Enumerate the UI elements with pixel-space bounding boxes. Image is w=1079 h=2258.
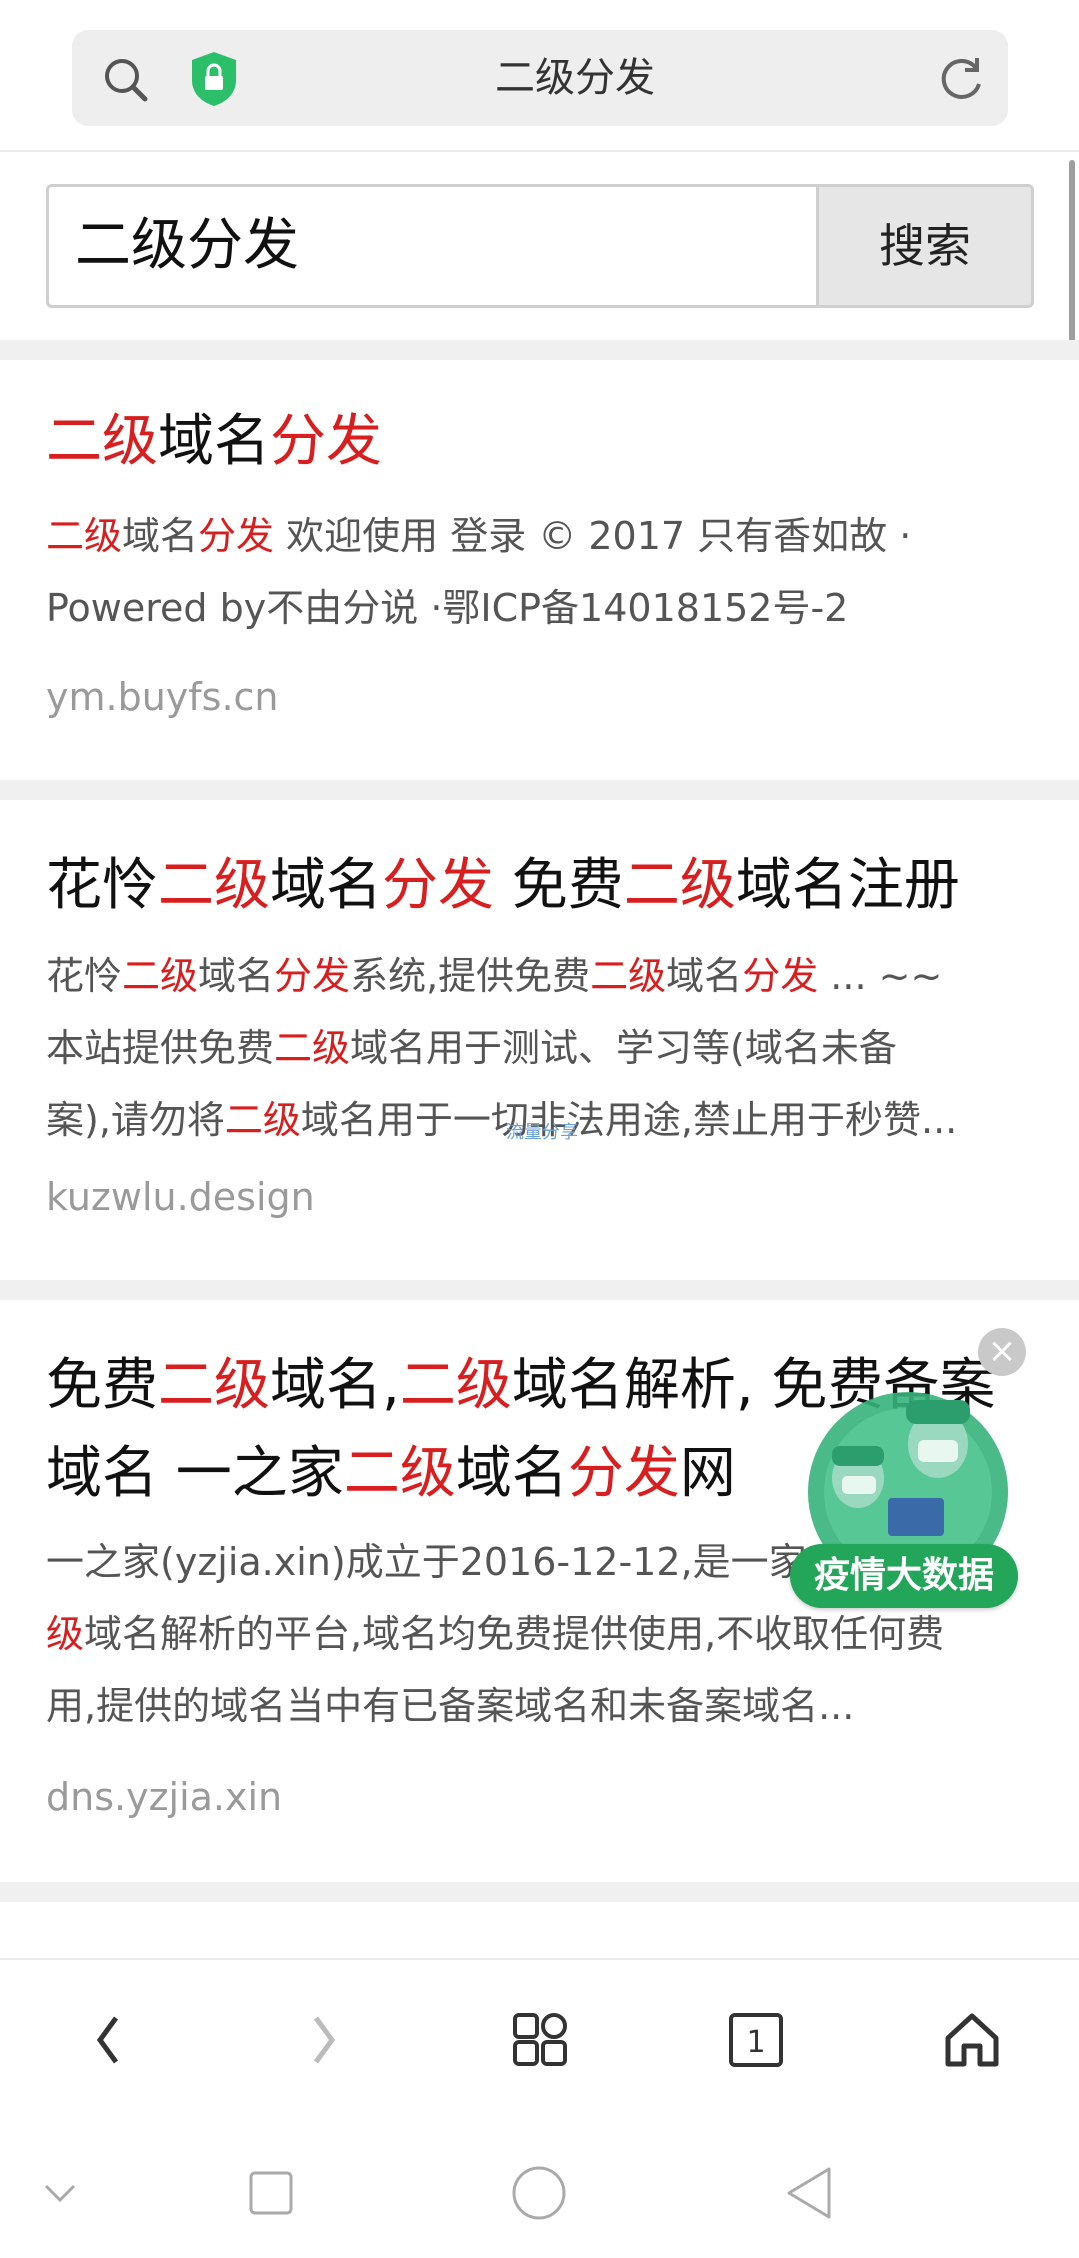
search-row: 二级分发 搜索: [46, 184, 1034, 308]
divider: [0, 1280, 1079, 1300]
divider: [0, 1882, 1079, 1902]
result-card[interactable]: 花怜二级域名分发 免费二级域名注册 花怜二级域名分发系统,提供免费二级域名分发 …: [0, 800, 1079, 1280]
collapse-nav-button[interactable]: [25, 2158, 95, 2228]
text-segment: 域名: [666, 954, 743, 998]
forward-icon: [313, 2016, 336, 2064]
tabs-icon: 1: [729, 2013, 783, 2067]
browser-top-bar: 二级分发: [0, 0, 1079, 152]
highlight-text: 二级: [46, 409, 158, 474]
text-segment: 免费: [494, 853, 624, 918]
text-segment: ... ~~: [818, 954, 943, 998]
highlight-text: 二级: [623, 853, 736, 918]
text-segment: 花怜: [46, 853, 158, 918]
divider: [0, 340, 1079, 360]
text-segment: 网: [679, 1441, 736, 1506]
system-nav-bar: [0, 2118, 1079, 2258]
highlight-text: 分发: [198, 514, 275, 558]
result-host: kuzwlu.design: [46, 1175, 315, 1219]
text-segment: 本站提供免费: [46, 1026, 275, 1070]
back-button[interactable]: [68, 2000, 148, 2080]
highlight-text: 二级: [399, 1353, 512, 1418]
highlight-text: 二级: [46, 514, 123, 558]
highlight-text: 二级: [343, 1441, 456, 1506]
scrollbar[interactable]: [1069, 160, 1075, 360]
text-segment: 欢迎使用 登录 © 2017 只有香如故 ·: [274, 514, 912, 558]
result-host: ym.buyfs.cn: [46, 675, 279, 719]
text-segment: 域名注册: [735, 853, 960, 918]
text-segment: 花怜: [46, 954, 123, 998]
back-icon: [96, 2016, 119, 2064]
result-card[interactable]: 二级域名分发 二级域名分发 欢迎使用 登录 © 2017 只有香如故 · Powe…: [0, 360, 1079, 780]
close-ad-button[interactable]: ×: [978, 1328, 1026, 1376]
text-line: 二级域名分发: [46, 398, 1036, 486]
home-button[interactable]: [932, 2000, 1012, 2080]
highlight-text: 二级: [224, 1098, 301, 1142]
text-segment: 域名,: [270, 1353, 400, 1418]
text-segment: 域名: [455, 1441, 568, 1506]
epidemic-data-label[interactable]: 疫情大数据: [790, 1544, 1018, 1608]
forward-button[interactable]: [284, 2000, 364, 2080]
text-segment: 系统,提供免费: [350, 954, 591, 998]
tabs-button[interactable]: 1: [716, 2000, 796, 2080]
text-segment: Powered by不由分说 ·鄂ICP备14018152号-2: [46, 586, 849, 630]
collapse-icon: [44, 2184, 76, 2203]
apps-icon: [513, 2013, 567, 2066]
text-segment: 域名: [270, 853, 382, 918]
divider: [0, 780, 1079, 800]
highlight-text: 二级: [274, 1026, 351, 1070]
lock-shield-icon: [188, 50, 240, 108]
text-segment: 用,提供的域名当中有已备案域名和未备案域名...: [46, 1684, 855, 1728]
text-line: 用,提供的域名当中有已备案域名和未备案域名...: [46, 1670, 1036, 1742]
text-segment: 域名: [198, 954, 275, 998]
text-segment: 案),请勿将: [46, 1098, 225, 1142]
text-segment: 域名 一之家: [46, 1441, 344, 1506]
refresh-icon[interactable]: [936, 54, 986, 104]
text-line: 花怜二级域名分发系统,提供免费二级域名分发 ... ~~: [46, 940, 1036, 1012]
highlight-text: 级: [46, 1612, 85, 1656]
text-line: Powered by不由分说 ·鄂ICP备14018152号-2: [46, 572, 1036, 644]
search-icon[interactable]: [102, 56, 148, 102]
search-input[interactable]: 二级分发: [46, 184, 818, 308]
home-circle-icon: [512, 2166, 566, 2220]
system-back-button[interactable]: [774, 2158, 844, 2228]
tab-count: 1: [746, 2025, 765, 2060]
system-home-button[interactable]: [504, 2158, 574, 2228]
highlight-text: 分发: [382, 853, 494, 918]
watermark: 流量分享: [506, 1122, 578, 1143]
highlight-text: 分发: [567, 1441, 680, 1506]
result-title[interactable]: 二级域名分发: [46, 398, 1036, 486]
text-segment: 一之家(yzjia.xin)成立于2016-12-12,是一家: [46, 1540, 807, 1584]
text-line: 二级域名分发 欢迎使用 登录 © 2017 只有香如故 ·: [46, 500, 1036, 572]
text-segment: 域名用于测试、学习等(域名未备: [350, 1026, 897, 1070]
page-url-title[interactable]: 二级分发: [252, 30, 898, 126]
highlight-text: 分发: [270, 409, 382, 474]
highlight-text: 二级: [158, 1353, 270, 1418]
recents-icon: [249, 2171, 293, 2215]
search-button[interactable]: 搜索: [816, 184, 1034, 308]
apps-button[interactable]: [500, 2000, 580, 2080]
highlight-text: 分发: [274, 954, 351, 998]
highlight-text: 二级: [158, 853, 270, 918]
recents-button[interactable]: [236, 2158, 306, 2228]
result-description: 二级域名分发 欢迎使用 登录 © 2017 只有香如故 · Powered by不…: [46, 500, 1036, 644]
home-icon: [945, 2013, 999, 2067]
browser-bottom-nav: 1: [0, 1958, 1079, 2118]
text-segment: 免费: [46, 1353, 158, 1418]
highlight-text: 二级: [122, 954, 199, 998]
text-segment: 域名用于一切非法用途,禁止用于秒赞...: [300, 1098, 958, 1142]
back-triangle-icon: [787, 2167, 831, 2219]
result-title[interactable]: 花怜二级域名分发 免费二级域名注册: [46, 842, 1036, 930]
highlight-text: 分发: [742, 954, 819, 998]
text-segment: 域名: [122, 514, 199, 558]
text-line: 本站提供免费二级域名用于测试、学习等(域名未备: [46, 1012, 1036, 1084]
text-segment: 域名: [158, 409, 270, 474]
address-bar[interactable]: 二级分发: [72, 30, 1008, 126]
text-line: 花怜二级域名分发 免费二级域名注册: [46, 842, 1036, 930]
result-host: dns.yzjia.xin: [46, 1775, 283, 1819]
highlight-text: 二级: [590, 954, 667, 998]
